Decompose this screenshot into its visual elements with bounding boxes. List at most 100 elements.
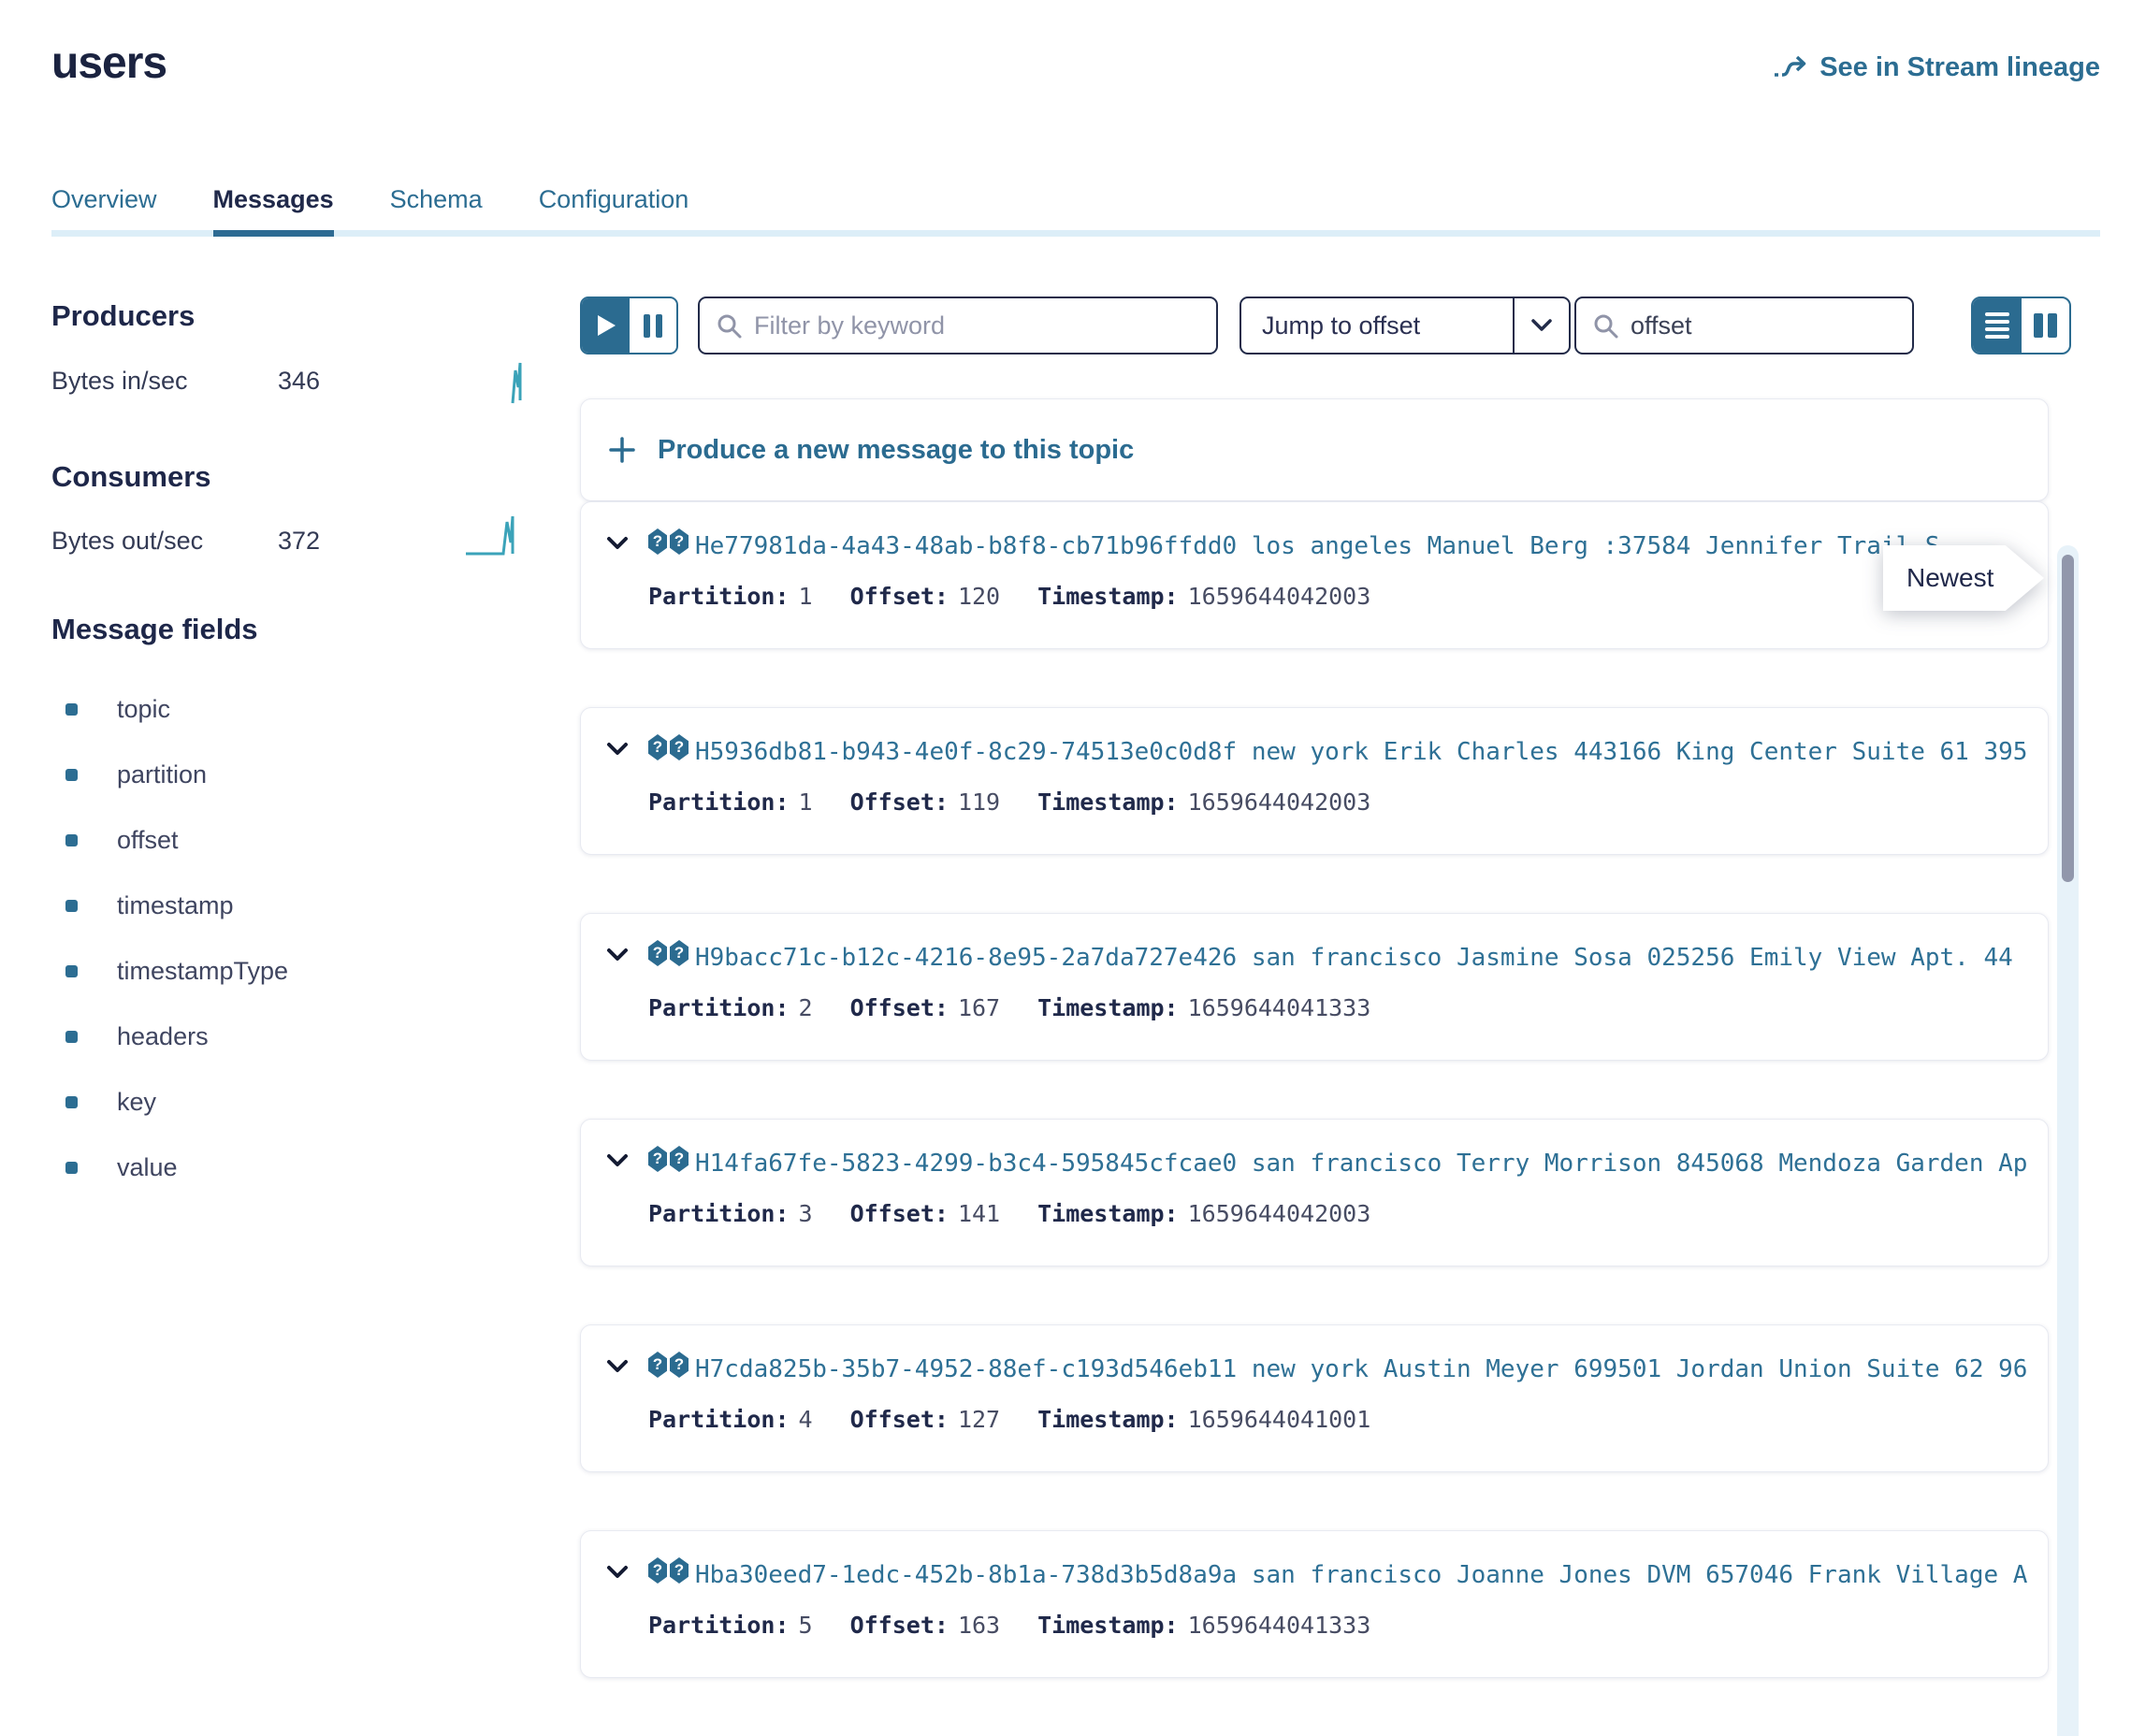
timestamp-label: Timestamp: bbox=[1037, 1406, 1179, 1433]
message-card[interactable]: ?? H5936db81-b943-4e0f-8c29-74513e0c0d8f… bbox=[580, 707, 2049, 855]
timestamp-label: Timestamp: bbox=[1037, 994, 1179, 1021]
message-key-value[interactable]: H7cda825b-35b7-4952-88ef-c193d546eb11 ne… bbox=[695, 1353, 2027, 1385]
field-item-headers[interactable]: headers bbox=[65, 1024, 288, 1049]
field-item-partition[interactable]: partition bbox=[65, 762, 288, 788]
scrollbar-thumb[interactable] bbox=[2062, 555, 2074, 882]
jump-select-value: Jump to offset bbox=[1241, 298, 1513, 353]
consumers-heading: Consumers bbox=[51, 460, 211, 494]
bytes-out-value: 372 bbox=[278, 527, 320, 556]
field-bullet-icon bbox=[65, 703, 78, 716]
column-view-button[interactable] bbox=[2022, 298, 2070, 353]
select-chevron-segment[interactable] bbox=[1513, 298, 1569, 353]
field-bullet-icon bbox=[65, 1031, 78, 1043]
chevron-down-icon[interactable] bbox=[606, 1565, 629, 1579]
question-badge: ? bbox=[670, 1146, 689, 1172]
field-label: key bbox=[117, 1088, 156, 1117]
tab-schema[interactable]: Schema bbox=[390, 185, 483, 237]
scrollbar-track[interactable] bbox=[2057, 545, 2079, 1736]
topic-messages-page: users See in Stream lineage Overview Mes… bbox=[0, 0, 2131, 1736]
pause-icon bbox=[644, 314, 662, 338]
list-view-icon bbox=[1985, 312, 2009, 339]
view-mode-toggle bbox=[1971, 297, 2071, 354]
question-badge: ? bbox=[670, 734, 689, 760]
tab-overview[interactable]: Overview bbox=[51, 185, 157, 237]
question-badge: ? bbox=[670, 1352, 689, 1378]
bytes-in-label: Bytes in/sec bbox=[51, 367, 278, 396]
search-icon bbox=[715, 311, 743, 340]
unknown-schema-icon: ?? bbox=[648, 528, 689, 555]
message-card[interactable]: ?? H14fa67fe-5823-4299-b3c4-595845cfcae0… bbox=[580, 1119, 2049, 1266]
field-bullet-icon bbox=[65, 1162, 78, 1174]
offset-label: Offset: bbox=[850, 994, 949, 1021]
offset-label: Offset: bbox=[850, 1612, 949, 1639]
offset-label: Offset: bbox=[850, 1200, 949, 1227]
pause-button[interactable] bbox=[630, 298, 677, 353]
partition-label: Partition: bbox=[648, 1200, 790, 1227]
chevron-down-icon[interactable] bbox=[606, 536, 629, 550]
messages-toolbar: Jump to offset bbox=[580, 297, 2071, 354]
partition-value: 2 bbox=[799, 994, 813, 1021]
timestamp-value: 1659644042003 bbox=[1188, 583, 1371, 610]
message-fields-heading: Message fields bbox=[51, 613, 258, 646]
message-card[interactable]: ?? Hba30eed7-1edc-452b-8b1a-738d3b5d8a9a… bbox=[580, 1530, 2049, 1678]
message-key-value[interactable]: H14fa67fe-5823-4299-b3c4-595845cfcae0 sa… bbox=[695, 1148, 2027, 1179]
field-label: partition bbox=[117, 760, 207, 789]
field-item-timestampType[interactable]: timestampType bbox=[65, 959, 288, 984]
field-item-topic[interactable]: topic bbox=[65, 697, 288, 722]
jump-to-offset-select[interactable]: Jump to offset bbox=[1239, 297, 1571, 354]
offset-input[interactable] bbox=[1631, 298, 1912, 353]
play-button[interactable] bbox=[582, 298, 630, 353]
timestamp-value: 1659644042003 bbox=[1188, 1200, 1371, 1227]
message-meta: Partition:1Offset:119Timestamp:165964404… bbox=[648, 788, 1408, 816]
chevron-down-icon[interactable] bbox=[606, 742, 629, 756]
field-label: topic bbox=[117, 695, 170, 724]
dashed-arrow-right-icon bbox=[1773, 55, 1808, 81]
message-meta: Partition:1Offset:120Timestamp:165964404… bbox=[648, 583, 1408, 610]
message-card[interactable]: ?? He77981da-4a43-48ab-b8f8-cb71b96ffdd0… bbox=[580, 501, 2049, 649]
field-item-value[interactable]: value bbox=[65, 1155, 288, 1180]
message-key-value[interactable]: H5936db81-b943-4e0f-8c29-74513e0c0d8f ne… bbox=[695, 736, 2027, 768]
question-badge: ? bbox=[670, 940, 689, 966]
timestamp-value: 1659644041333 bbox=[1188, 994, 1371, 1021]
partition-label: Partition: bbox=[648, 788, 790, 816]
filter-input[interactable] bbox=[754, 298, 1216, 353]
chevron-down-icon[interactable] bbox=[606, 948, 629, 962]
field-item-timestamp[interactable]: timestamp bbox=[65, 893, 288, 919]
timestamp-label: Timestamp: bbox=[1037, 583, 1179, 610]
partition-label: Partition: bbox=[648, 583, 790, 610]
message-key-value[interactable]: Hba30eed7-1edc-452b-8b1a-738d3b5d8a9a sa… bbox=[695, 1559, 2027, 1591]
question-badge: ? bbox=[648, 1352, 667, 1378]
offset-label: Offset: bbox=[850, 788, 949, 816]
message-meta: Partition:5Offset:163Timestamp:165964404… bbox=[648, 1612, 1408, 1639]
field-bullet-icon bbox=[65, 965, 78, 977]
question-badge: ? bbox=[670, 528, 689, 555]
tab-underline-track bbox=[51, 230, 2100, 237]
tab-configuration[interactable]: Configuration bbox=[539, 185, 689, 237]
field-bullet-icon bbox=[65, 769, 78, 781]
unknown-schema-icon: ?? bbox=[648, 1352, 689, 1378]
stream-lineage-link[interactable]: See in Stream lineage bbox=[1773, 52, 2100, 83]
timestamp-value: 1659644041001 bbox=[1188, 1406, 1371, 1433]
field-item-offset[interactable]: offset bbox=[65, 828, 288, 853]
message-key-value[interactable]: He77981da-4a43-48ab-b8f8-cb71b96ffdd0 lo… bbox=[695, 530, 2027, 562]
unknown-schema-icon: ?? bbox=[648, 940, 689, 966]
offset-value: 127 bbox=[958, 1406, 1000, 1433]
timestamp-value: 1659644042003 bbox=[1188, 788, 1371, 816]
offset-label: Offset: bbox=[850, 1406, 949, 1433]
tab-messages[interactable]: Messages bbox=[213, 185, 334, 237]
message-card[interactable]: ?? H7cda825b-35b7-4952-88ef-c193d546eb11… bbox=[580, 1324, 2049, 1472]
chevron-down-icon[interactable] bbox=[606, 1359, 629, 1373]
message-key-value[interactable]: H9bacc71c-b12c-4216-8e95-2a7da727e426 sa… bbox=[695, 942, 2027, 974]
field-item-key[interactable]: key bbox=[65, 1090, 288, 1115]
timestamp-label: Timestamp: bbox=[1037, 1612, 1179, 1639]
question-badge: ? bbox=[648, 1557, 667, 1584]
chevron-down-icon[interactable] bbox=[606, 1153, 629, 1167]
unknown-schema-icon: ?? bbox=[648, 1146, 689, 1172]
list-view-button[interactable] bbox=[1973, 298, 2022, 353]
messages-panel: Jump to offset bbox=[580, 297, 2071, 1736]
message-card[interactable]: ?? H9bacc71c-b12c-4216-8e95-2a7da727e426… bbox=[580, 913, 2049, 1061]
consumers-metric-row: Bytes out/sec 372 bbox=[51, 527, 407, 556]
partition-label: Partition: bbox=[648, 994, 790, 1021]
stream-lineage-label: See in Stream lineage bbox=[1819, 52, 2100, 83]
produce-message-button[interactable]: Produce a new message to this topic bbox=[580, 398, 2049, 501]
